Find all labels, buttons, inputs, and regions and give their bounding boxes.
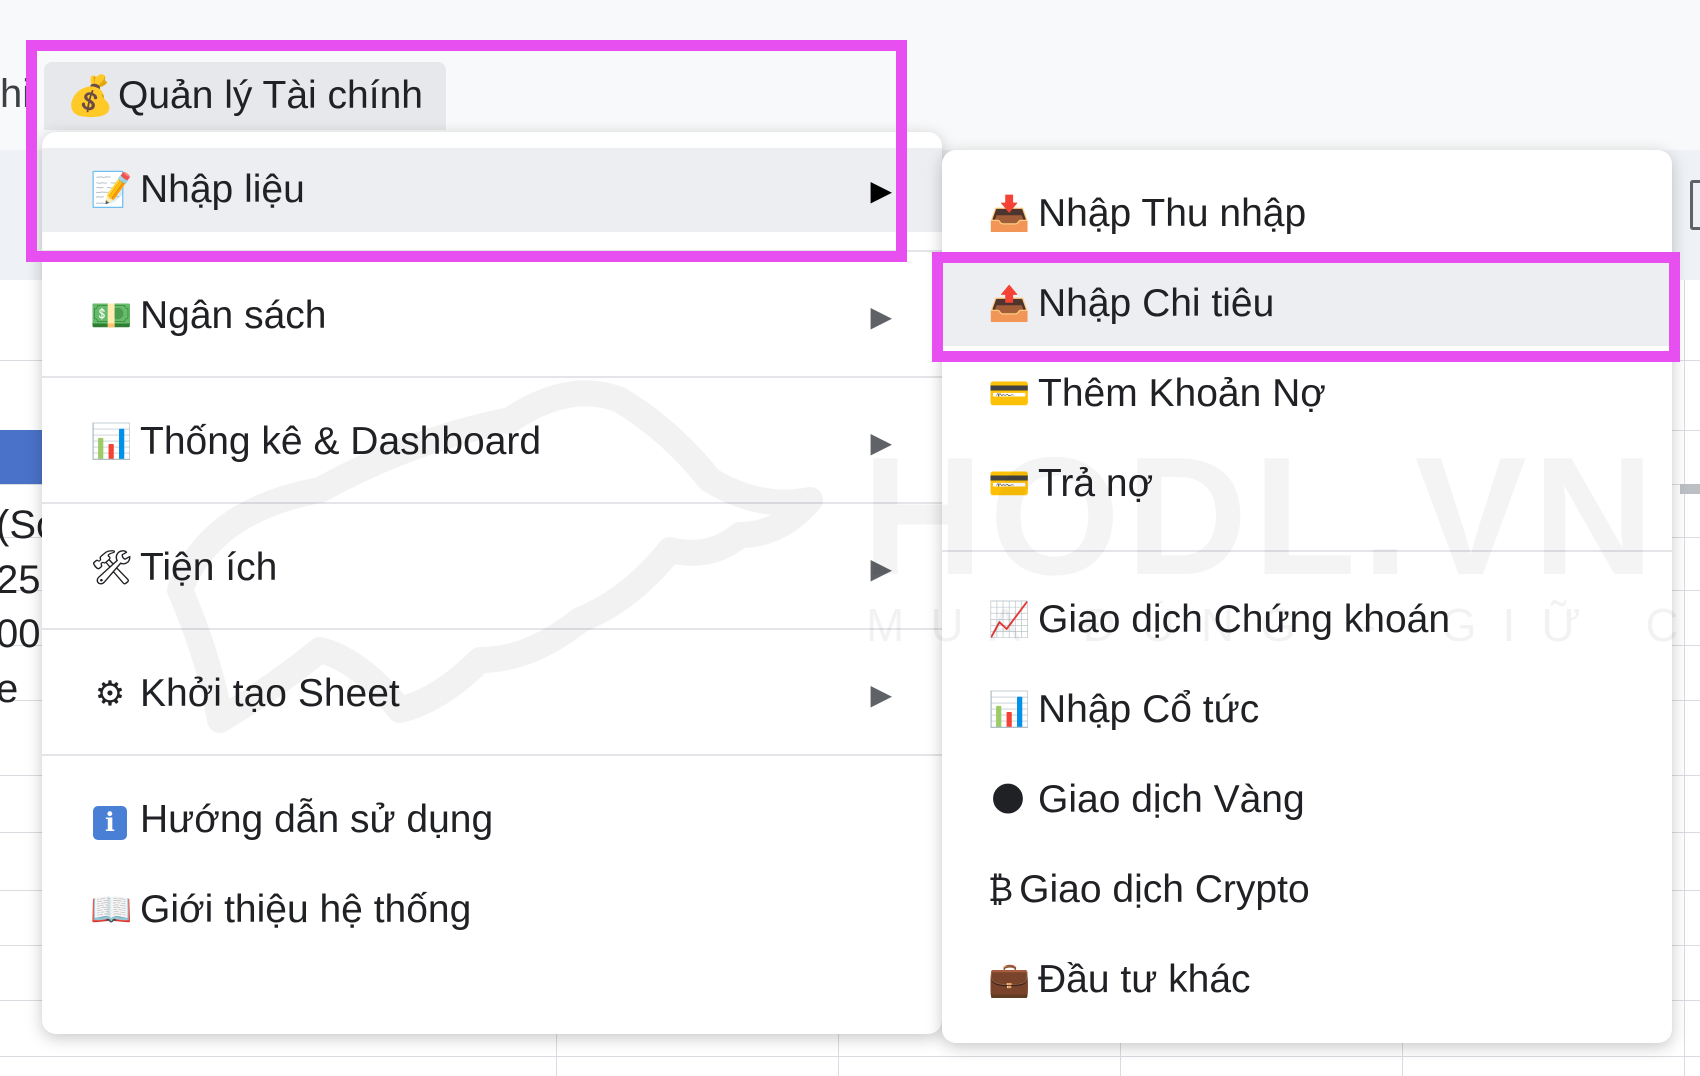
cell-value[interactable]: 00 <box>0 612 41 657</box>
submenu-item-nhap-co-tuc[interactable]: 📊 Nhập Cổ tức <box>942 668 1672 752</box>
menu-separator <box>42 754 942 756</box>
frozen-row-divider <box>1680 484 1700 494</box>
submenu-item-label: Giao dịch Vàng <box>1038 778 1305 821</box>
info-icon: ℹ <box>90 801 130 840</box>
submenu-item-label: Nhập Thu nhập <box>1038 192 1307 235</box>
submenu-item-dau-tu-khac[interactable]: 💼 Đầu tư khác <box>942 938 1672 1022</box>
submenu-arrow-icon: ▶ <box>870 678 892 710</box>
highlight-box-nhap-chi-tieu <box>932 252 1680 362</box>
submenu-item-nhap-thu-nhap[interactable]: 📥 Nhập Thu nhập <box>942 172 1672 256</box>
grid-col-line <box>1684 280 1685 1076</box>
header-cell[interactable] <box>0 430 42 484</box>
bull-watermark-icon <box>167 380 823 733</box>
tools-icon: 🛠 <box>90 549 134 587</box>
submenu-item-label: Thêm Khoản Nợ <box>1038 372 1326 415</box>
bar-chart-icon: 📊 <box>90 423 133 461</box>
menu-item-huong-dan-su-dung[interactable]: ℹ Hướng dẫn sử dụng <box>42 778 942 862</box>
menu-item-label: Ngân sách <box>140 294 327 337</box>
gold-coin-icon: 🌑 <box>990 781 1026 819</box>
watermark-subtitle: MUA ĐÚNG - GIỮ CHẶT <box>866 599 1700 651</box>
bar-chart-icon: 📊 <box>988 691 1031 729</box>
credit-card-icon: 💳 <box>988 375 1031 413</box>
submenu-item-label: Giao dịch Crypto <box>1019 868 1310 911</box>
cell-value[interactable]: e <box>0 667 18 712</box>
bitcoin-icon: ₿ <box>988 870 1014 909</box>
comment-icon[interactable] <box>1690 180 1700 230</box>
menu-item-label: Giới thiệu hệ thống <box>140 888 472 931</box>
watermark-title: HODL.VN <box>862 420 1660 613</box>
inbox-tray-icon: 📥 <box>988 195 1031 233</box>
highlight-box-menu <box>26 40 907 262</box>
submenu-item-label: Nhập Cổ tức <box>1038 688 1260 731</box>
menu-item-ngan-sach[interactable]: 💵 Ngân sách ▶ <box>42 274 942 358</box>
gear-icon: ⚙ <box>94 675 126 713</box>
submenu-arrow-icon: ▶ <box>870 300 892 332</box>
submenu-item-label: Đầu tư khác <box>1038 958 1251 1001</box>
menu-item-gioi-thieu-he-thong[interactable]: 📖 Giới thiệu hệ thống <box>42 868 942 952</box>
menu-item-label: Hướng dẫn sử dụng <box>140 798 494 841</box>
open-book-icon: 📖 <box>90 891 133 929</box>
grid-row-line <box>0 1056 1700 1057</box>
submenu-item-giao-dich-vang[interactable]: 🌑 Giao dịch Vàng <box>942 758 1672 842</box>
submenu-item-giao-dich-crypto[interactable]: ₿ Giao dịch Crypto <box>942 848 1672 932</box>
dollar-banknote-icon: 💵 <box>90 297 133 335</box>
briefcase-icon: 💼 <box>988 961 1031 999</box>
